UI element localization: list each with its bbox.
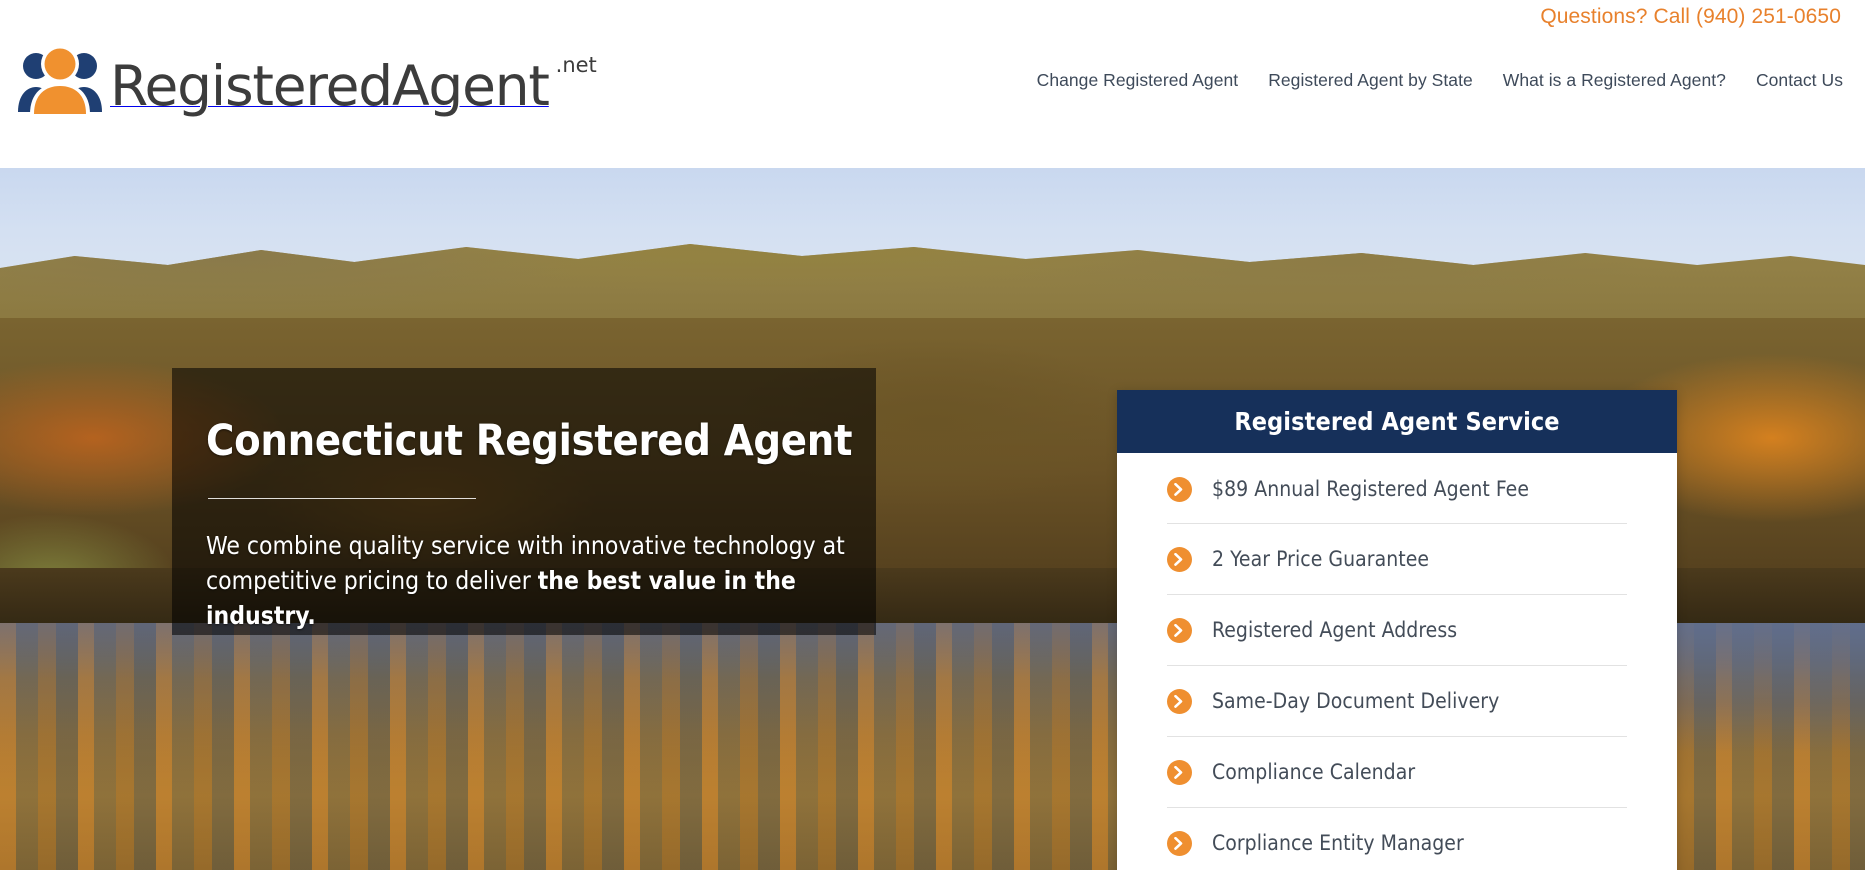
people-group-icon bbox=[14, 42, 106, 114]
site-header: Questions? Call (940) 251-0650 Registere… bbox=[0, 0, 1865, 168]
list-item[interactable]: Corpliance Entity Manager bbox=[1167, 808, 1627, 870]
service-card-header: Registered Agent Service bbox=[1117, 390, 1677, 453]
service-card-title: Registered Agent Service bbox=[1234, 407, 1560, 436]
hero-subtitle: We combine quality service with innovati… bbox=[206, 529, 866, 633]
feature-label: $89 Annual Registered Agent Fee bbox=[1212, 477, 1530, 501]
feature-label: Corpliance Entity Manager bbox=[1212, 831, 1464, 855]
list-item[interactable]: Compliance Calendar bbox=[1167, 737, 1627, 808]
service-card-body: $89 Annual Registered Agent Fee 2 Year P… bbox=[1117, 453, 1677, 870]
chevron-right-circle-icon bbox=[1167, 617, 1192, 643]
list-item[interactable]: Registered Agent Address bbox=[1167, 595, 1627, 666]
hero-text-overlay: Connecticut Registered Agent We combine … bbox=[172, 368, 876, 635]
chevron-right-circle-icon bbox=[1167, 759, 1192, 785]
list-item[interactable]: Same-Day Document Delivery bbox=[1167, 666, 1627, 737]
nav-item-registered-agent-by-state[interactable]: Registered Agent by State bbox=[1268, 70, 1473, 91]
feature-label: Same-Day Document Delivery bbox=[1212, 689, 1500, 713]
nav-item-contact-us[interactable]: Contact Us bbox=[1756, 70, 1843, 91]
logo-text-wrap: RegisteredAgent .net bbox=[110, 53, 597, 114]
site-logo[interactable]: RegisteredAgent .net bbox=[14, 42, 597, 114]
feature-label: Registered Agent Address bbox=[1212, 618, 1458, 642]
chevron-right-circle-icon bbox=[1167, 688, 1192, 714]
logo-tld: .net bbox=[555, 53, 597, 77]
hero-section: Connecticut Registered Agent We combine … bbox=[0, 168, 1865, 870]
list-item[interactable]: 2 Year Price Guarantee bbox=[1167, 524, 1627, 595]
phone-link[interactable]: Questions? Call (940) 251-0650 bbox=[1540, 5, 1841, 29]
nav-item-change-registered-agent[interactable]: Change Registered Agent bbox=[1037, 70, 1239, 91]
title-divider bbox=[208, 498, 476, 500]
list-item[interactable]: $89 Annual Registered Agent Fee bbox=[1167, 453, 1627, 524]
page-title: Connecticut Registered Agent bbox=[206, 416, 853, 466]
feature-label: 2 Year Price Guarantee bbox=[1212, 547, 1430, 571]
logo-wordmark: RegisteredAgent bbox=[110, 54, 550, 118]
phone-bar: Questions? Call (940) 251-0650 bbox=[1540, 0, 1841, 34]
main-navigation: Change Registered Agent Registered Agent… bbox=[1037, 70, 1843, 91]
chevron-right-circle-icon bbox=[1167, 476, 1192, 502]
chevron-right-circle-icon bbox=[1167, 546, 1192, 572]
nav-item-what-is-a-registered-agent[interactable]: What is a Registered Agent? bbox=[1503, 70, 1726, 91]
registered-agent-service-card: Registered Agent Service $89 Annual Regi… bbox=[1117, 390, 1677, 870]
chevron-right-circle-icon bbox=[1167, 830, 1192, 856]
feature-label: Compliance Calendar bbox=[1212, 760, 1416, 784]
service-feature-list: $89 Annual Registered Agent Fee 2 Year P… bbox=[1167, 453, 1627, 870]
